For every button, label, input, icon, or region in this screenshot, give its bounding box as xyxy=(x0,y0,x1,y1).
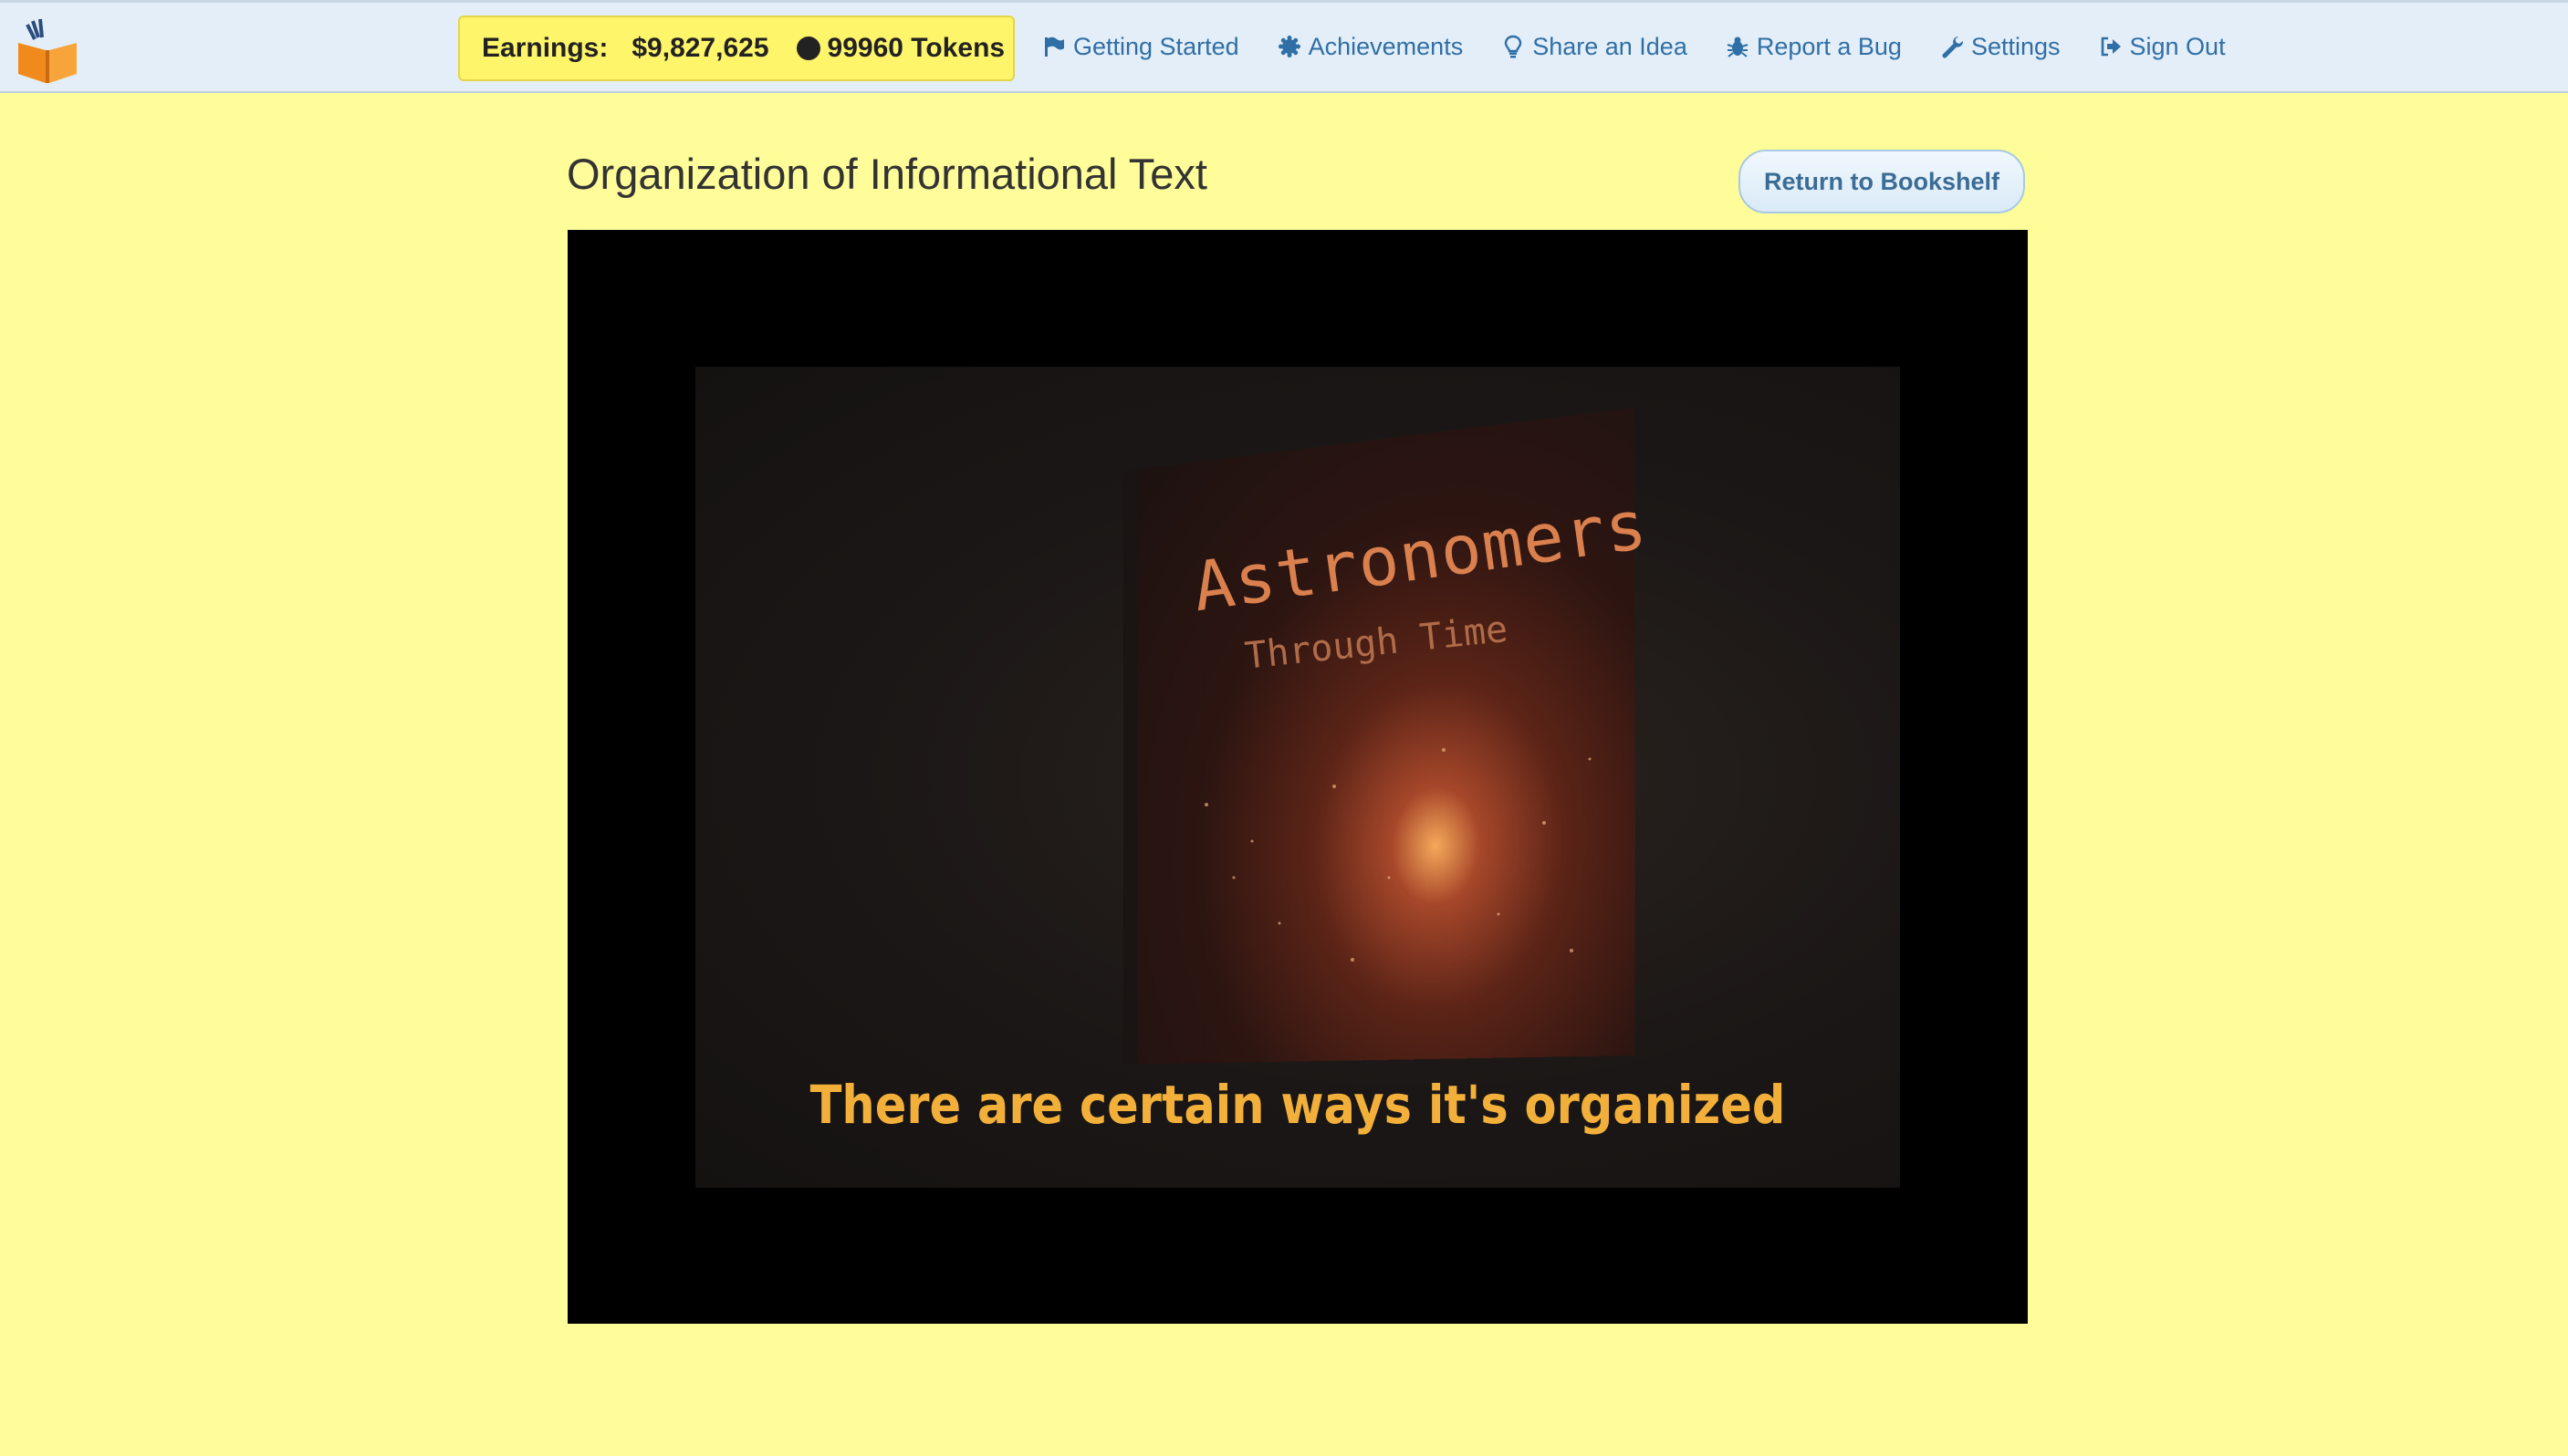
flag-icon xyxy=(1042,35,1066,58)
nav-getting-started-label: Getting Started xyxy=(1073,32,1239,60)
page-title: Organization of Informational Text xyxy=(567,150,1207,198)
wrench-icon xyxy=(1940,35,1964,58)
badge-icon xyxy=(1278,35,1301,58)
nav-settings[interactable]: Settings xyxy=(1940,33,2061,61)
nav-settings-label: Settings xyxy=(1970,32,2061,60)
nav-report-bug[interactable]: Report a Bug xyxy=(1726,33,1902,61)
nav-sign-out-label: Sign Out xyxy=(2129,32,2226,60)
tokens-value: 99960 Tokens xyxy=(827,33,1006,63)
nav-sign-out[interactable]: Sign Out xyxy=(2099,33,2226,61)
nav-getting-started[interactable]: Getting Started xyxy=(1042,33,1239,61)
video-caption: There are certain ways it's organized xyxy=(809,1074,1786,1136)
nav-links: Getting Started Achievements Share an Id… xyxy=(1042,3,2264,90)
nav-achievements[interactable]: Achievements xyxy=(1278,32,1464,61)
nav-report-bug-label: Report a Bug xyxy=(1756,32,1902,60)
nav-achievements-label: Achievements xyxy=(1308,32,1464,60)
star-field xyxy=(1205,748,1592,962)
nav-share-idea[interactable]: Share an Idea xyxy=(1501,33,1687,61)
token-icon xyxy=(796,36,820,60)
top-navbar: Earnings: $9,827,625 99960 Tokens Gettin… xyxy=(0,0,2568,93)
book-logo-icon[interactable] xyxy=(15,16,80,85)
bug-icon xyxy=(1726,35,1749,58)
nav-share-idea-label: Share an Idea xyxy=(1532,32,1687,60)
video-frame-image: Astronomers Through Time There are certa… xyxy=(695,367,1900,1188)
video-player[interactable]: Astronomers Through Time There are certa… xyxy=(568,230,2028,1324)
sign-out-icon xyxy=(2099,35,2123,58)
return-to-bookshelf-button[interactable]: Return to Bookshelf xyxy=(1738,150,2025,213)
earnings-label: Earnings: xyxy=(482,33,609,63)
earnings-badge: Earnings: $9,827,625 99960 Tokens xyxy=(458,16,1015,81)
earnings-value: $9,827,625 xyxy=(632,33,769,63)
lightbulb-icon xyxy=(1501,35,1525,58)
